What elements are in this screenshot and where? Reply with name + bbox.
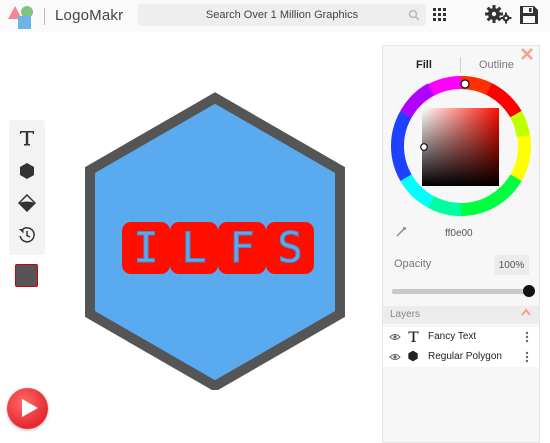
hexagon-icon xyxy=(408,350,418,362)
color-wheel-picker[interactable] xyxy=(391,76,531,216)
text-tool-button[interactable] xyxy=(9,123,45,153)
app-name[interactable]: LogoMakr xyxy=(55,7,123,24)
tab-outline[interactable]: Outline xyxy=(479,59,514,71)
color-hex-value[interactable]: ff0e00 xyxy=(445,228,473,239)
layer-name: Regular Polygon xyxy=(428,351,502,362)
current-color-swatch[interactable] xyxy=(15,264,38,287)
opacity-value-input[interactable]: 100% xyxy=(494,255,529,275)
history-clock-icon xyxy=(19,227,35,243)
logo-letter: I xyxy=(133,223,158,272)
logo-letter: S xyxy=(277,223,302,272)
logomakr-logo-icon[interactable] xyxy=(5,3,41,31)
settings-gears-icon[interactable] xyxy=(484,4,512,26)
design-canvas[interactable]: I L F S xyxy=(80,90,350,390)
fill-tool-button[interactable] xyxy=(9,188,45,218)
logo-divider xyxy=(44,8,45,25)
search-icon[interactable] xyxy=(408,9,420,21)
tab-fill[interactable]: Fill xyxy=(416,59,432,71)
eyedropper-icon[interactable] xyxy=(395,226,407,238)
close-icon[interactable] xyxy=(520,47,534,61)
shape-tool-button[interactable] xyxy=(9,156,45,186)
logo-letter: L xyxy=(181,223,206,272)
history-tool-button[interactable] xyxy=(9,220,45,250)
play-tutorial-button[interactable] xyxy=(7,388,48,429)
search-bar[interactable] xyxy=(138,4,426,26)
save-icon[interactable] xyxy=(519,5,539,25)
opacity-label: Opacity xyxy=(394,258,432,270)
eye-visibility-icon[interactable] xyxy=(389,333,401,341)
paint-bucket-icon xyxy=(18,194,36,212)
search-input[interactable] xyxy=(162,4,402,26)
chevron-up-icon[interactable] xyxy=(521,308,531,316)
more-options-icon[interactable] xyxy=(525,351,529,363)
more-options-icon[interactable] xyxy=(525,331,529,343)
layer-row[interactable]: Regular Polygon xyxy=(383,347,539,367)
text-icon xyxy=(408,331,419,342)
tools-toolbar xyxy=(9,120,45,255)
hexagon-shape-icon xyxy=(20,163,34,179)
logo-letter: F xyxy=(229,223,254,272)
layers-title: Layers xyxy=(390,309,421,320)
tab-divider xyxy=(460,57,461,73)
eye-visibility-icon[interactable] xyxy=(389,353,401,361)
layer-name: Fancy Text xyxy=(428,331,477,342)
text-t-icon xyxy=(20,131,34,146)
grid-menu-icon[interactable] xyxy=(433,8,447,22)
opacity-slider-thumb[interactable] xyxy=(523,285,535,297)
top-bar: LogoMakr xyxy=(0,0,550,32)
layer-row[interactable]: Fancy Text xyxy=(383,327,539,347)
opacity-slider-track[interactable] xyxy=(392,289,527,294)
